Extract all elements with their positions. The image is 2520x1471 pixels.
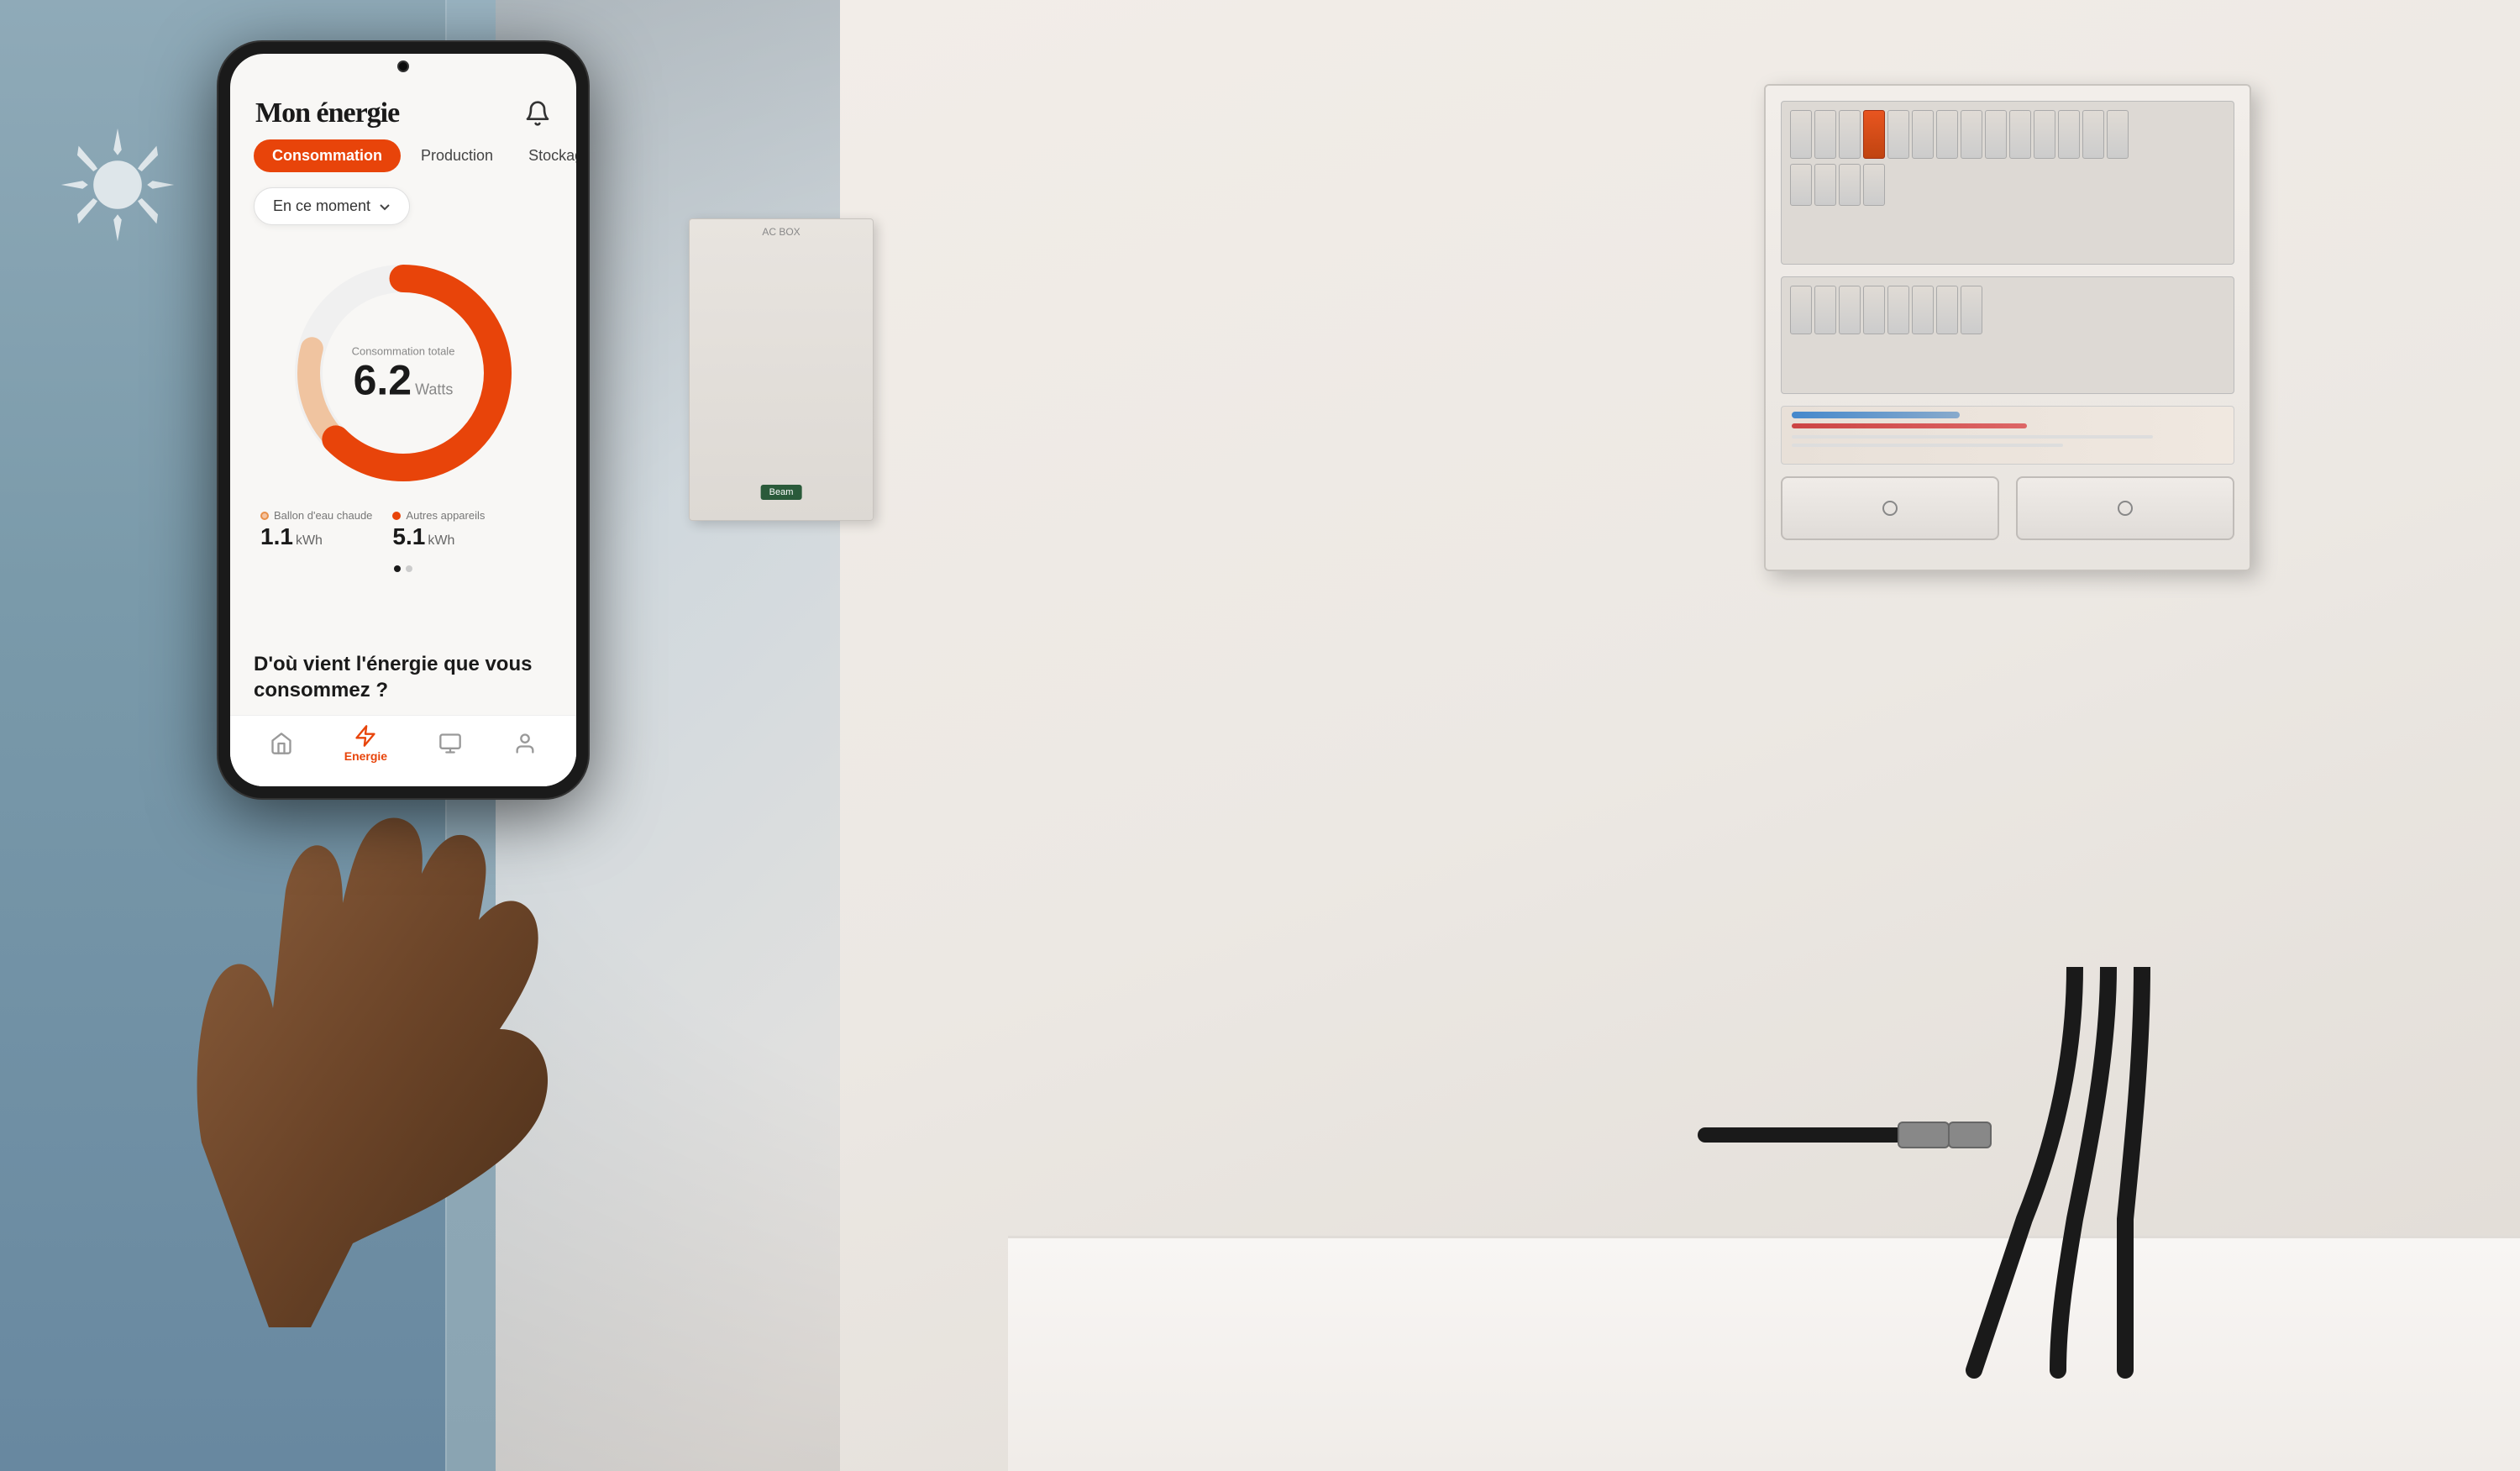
- breaker: [1887, 286, 1909, 334]
- breaker: [1961, 110, 1982, 159]
- phone-camera: [397, 60, 409, 72]
- breaker: [2009, 110, 2031, 159]
- breaker: [1790, 110, 1812, 159]
- ac-box-label: AC BOX: [762, 226, 800, 238]
- pagination-dots: [394, 560, 412, 582]
- breaker: [1961, 286, 1982, 334]
- tab-navigation: Consommation Production Stockage: [230, 139, 576, 172]
- stat-dot-ballon: [260, 512, 269, 520]
- stat-ballon: Ballon d'eau chaude 1.1 kWh: [260, 509, 372, 550]
- breaker: [2058, 110, 2080, 159]
- breaker-small: [1814, 164, 1836, 206]
- nav-devices[interactable]: [438, 732, 462, 755]
- panel-button-left: [1781, 476, 1999, 540]
- pag-dot-active: [394, 565, 401, 572]
- lightning-icon: [354, 724, 377, 748]
- nav-profile[interactable]: [513, 732, 537, 755]
- breakers-mid: [1781, 276, 2234, 394]
- bottom-nav: Energie: [230, 715, 576, 786]
- phone-frame: Mon énergie Consommation Production Stoc…: [218, 42, 588, 798]
- phone-wrapper: Mon énergie Consommation Production Stoc…: [218, 42, 588, 798]
- home-icon: [270, 732, 293, 755]
- breaker: [1839, 110, 1861, 159]
- breaker-small: [1863, 164, 1885, 206]
- nav-energie[interactable]: Energie: [344, 724, 387, 763]
- bell-icon[interactable]: [524, 100, 551, 127]
- stat-autres: Autres appareils 5.1 kWh: [392, 509, 485, 550]
- app-title: Mon énergie: [255, 97, 399, 129]
- breaker: [1839, 286, 1861, 334]
- bottom-question: D'où vient l'énergie que vous consommez …: [254, 651, 553, 703]
- tab-consommation[interactable]: Consommation: [254, 139, 401, 172]
- dropdown-area: En ce moment: [230, 187, 576, 225]
- person-icon: [513, 732, 537, 755]
- devices-icon: [438, 732, 462, 755]
- label-strip: [1781, 406, 2234, 465]
- ac-box: AC BOX Beam: [689, 218, 874, 521]
- breaker: [1912, 286, 1934, 334]
- donut-center: Consommation totale 6.2 Watts: [352, 345, 455, 402]
- sun-icon: [50, 118, 185, 252]
- breaker-small: [1790, 164, 1812, 206]
- time-dropdown[interactable]: En ce moment: [254, 187, 410, 225]
- beam-label: Beam: [761, 485, 802, 500]
- tab-stockage[interactable]: Stockage: [513, 139, 576, 172]
- stats-section: Ballon d'eau chaude 1.1 kWh Autres appar…: [247, 509, 559, 560]
- breaker: [1863, 286, 1885, 334]
- breaker: [2107, 110, 2129, 159]
- stat-dot-autres: [392, 512, 401, 520]
- bottom-question-area: D'où vient l'énergie que vous consommez …: [230, 643, 576, 715]
- panel-buttons: [1781, 476, 2234, 540]
- breaker: [1936, 286, 1958, 334]
- phone-screen: Mon énergie Consommation Production Stoc…: [230, 54, 576, 786]
- breaker: [1814, 110, 1836, 159]
- tab-production[interactable]: Production: [406, 139, 508, 172]
- breaker-small: [1839, 164, 1861, 206]
- breaker: [1814, 286, 1836, 334]
- nav-home[interactable]: [270, 732, 293, 755]
- breakers-top: [1781, 101, 2234, 265]
- button-dot: [1882, 501, 1898, 516]
- breaker: [1936, 110, 1958, 159]
- breaker: [1887, 110, 1909, 159]
- breaker: [2034, 110, 2055, 159]
- pag-dot-inactive: [406, 565, 412, 572]
- breaker: [1790, 286, 1812, 334]
- donut-chart: Consommation totale 6.2 Watts: [277, 247, 529, 499]
- cables: [1537, 967, 2293, 1387]
- breaker: [1985, 110, 2007, 159]
- button-dot: [2118, 501, 2133, 516]
- chart-area: Consommation totale 6.2 Watts Ballon d'e…: [230, 239, 576, 643]
- breaker: [2082, 110, 2104, 159]
- electrical-panel: [1764, 84, 2251, 571]
- chevron-down-icon: [379, 201, 391, 213]
- panel-button-right: [2016, 476, 2234, 540]
- breaker-orange: [1863, 110, 1885, 159]
- breaker: [1912, 110, 1934, 159]
